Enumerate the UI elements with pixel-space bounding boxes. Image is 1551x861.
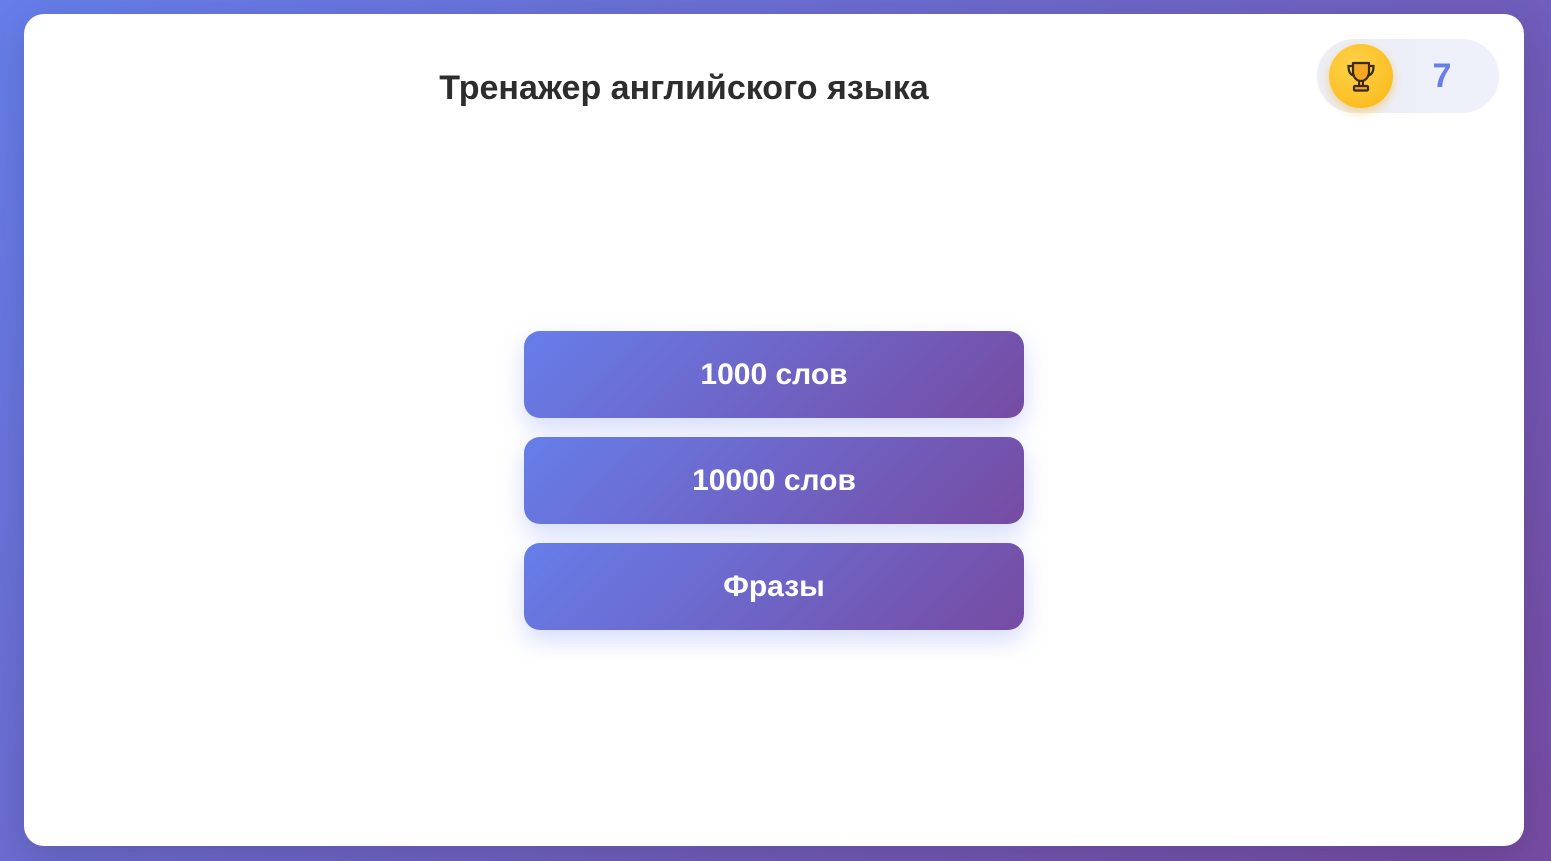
mode-1000-words-button[interactable]: 1000 слов	[524, 331, 1024, 418]
score-value: 7	[1432, 56, 1452, 95]
mode-menu: 1000 слов 10000 слов Фразы	[524, 331, 1024, 630]
trophy-icon	[1329, 44, 1393, 108]
main-card: Тренажер английского языка 7 1000 слов 1…	[24, 14, 1524, 846]
mode-phrases-button[interactable]: Фразы	[524, 543, 1024, 630]
page-title: Тренажер английского языка	[439, 69, 929, 107]
score-badge: 7	[1317, 39, 1499, 113]
mode-10000-words-button[interactable]: 10000 слов	[524, 437, 1024, 524]
